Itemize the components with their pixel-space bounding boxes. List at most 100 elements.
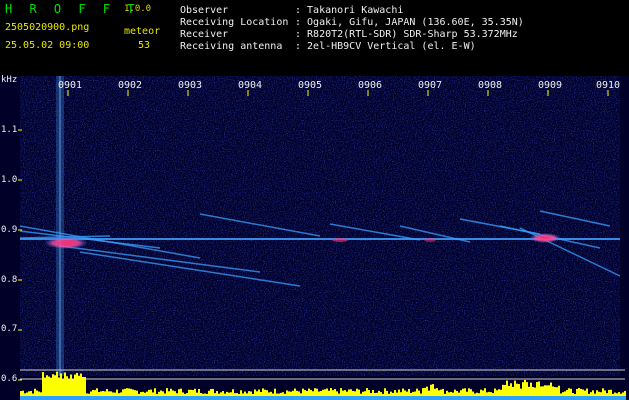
- y-tick-label: 0.7: [1, 324, 18, 334]
- level-base: [450, 396, 452, 400]
- level-base: [610, 396, 612, 400]
- level-base: [272, 396, 274, 400]
- receiver-value: : R820T2(RTL-SDR) SDR-Sharp 53.372MHz: [295, 29, 518, 40]
- level-base: [334, 396, 336, 400]
- level-base: [262, 396, 264, 400]
- level-base: [122, 396, 124, 400]
- level-base: [400, 396, 402, 400]
- level-base: [348, 396, 350, 400]
- level-base: [406, 396, 408, 400]
- level-base: [586, 396, 588, 400]
- level-base: [308, 396, 310, 400]
- level-base: [234, 396, 236, 400]
- level-base: [98, 396, 100, 400]
- level-base: [566, 396, 568, 400]
- level-base: [356, 396, 358, 400]
- level-base: [598, 396, 600, 400]
- level-base: [560, 396, 562, 400]
- app-version: 1.0.0: [124, 4, 152, 14]
- level-base: [306, 396, 308, 400]
- level-base: [312, 396, 314, 400]
- level-base: [116, 396, 118, 400]
- level-base: [212, 396, 214, 400]
- level-base: [180, 396, 182, 400]
- level-base: [84, 396, 86, 400]
- level-base: [108, 396, 110, 400]
- x-tick-label: 0905: [298, 80, 323, 91]
- level-base: [584, 396, 586, 400]
- y-tick-label: 0.9: [1, 225, 18, 235]
- y-tick-label: 1.1: [1, 125, 18, 135]
- level-base: [438, 396, 440, 400]
- x-tick-label: 0906: [358, 80, 383, 91]
- level-base: [404, 396, 406, 400]
- level-base: [366, 396, 368, 400]
- datetime-label: 25.05.02 09:00: [5, 40, 90, 51]
- level-base: [362, 396, 364, 400]
- level-base: [36, 396, 38, 400]
- observer-label: Observer: [180, 5, 229, 16]
- level-base: [76, 396, 78, 400]
- level-base: [346, 396, 348, 400]
- level-base: [622, 396, 624, 400]
- level-base: [174, 396, 176, 400]
- level-base: [420, 396, 422, 400]
- level-base: [194, 396, 196, 400]
- level-base: [304, 396, 306, 400]
- level-base: [512, 396, 514, 400]
- level-base: [50, 396, 52, 400]
- level-base: [196, 396, 198, 400]
- x-tick-label: 0903: [178, 80, 203, 91]
- level-base: [486, 396, 488, 400]
- level-base: [80, 396, 82, 400]
- level-base: [78, 396, 80, 400]
- level-base: [476, 396, 478, 400]
- level-base: [140, 396, 142, 400]
- level-base: [364, 396, 366, 400]
- level-base: [32, 396, 34, 400]
- level-base: [158, 396, 160, 400]
- level-base: [570, 396, 572, 400]
- level-base: [186, 396, 188, 400]
- level-base: [100, 396, 102, 400]
- level-base: [224, 396, 226, 400]
- level-base: [418, 396, 420, 400]
- level-base: [166, 396, 168, 400]
- level-base: [508, 396, 510, 400]
- level-base: [386, 396, 388, 400]
- level-base: [408, 396, 410, 400]
- level-base: [604, 396, 606, 400]
- level-base: [242, 396, 244, 400]
- receiver-label: Receiver: [180, 29, 229, 40]
- location-value: : Ogaki, Gifu, JAPAN (136.60E, 35.35N): [295, 17, 524, 28]
- level-base: [596, 396, 598, 400]
- level-base: [254, 396, 256, 400]
- level-base: [620, 396, 622, 400]
- interference-column-core: [59, 76, 61, 376]
- meteor-head-echo: [44, 237, 88, 249]
- level-base: [514, 396, 516, 400]
- level-base: [538, 396, 540, 400]
- level-base: [164, 396, 166, 400]
- level-base: [106, 396, 108, 400]
- level-base: [284, 396, 286, 400]
- level-base: [266, 396, 268, 400]
- level-base: [330, 396, 332, 400]
- level-base: [590, 396, 592, 400]
- level-base: [536, 396, 538, 400]
- level-base: [136, 396, 138, 400]
- level-base: [28, 396, 30, 400]
- level-base: [370, 396, 372, 400]
- level-base: [118, 396, 120, 400]
- level-base: [102, 396, 104, 400]
- x-tick-label: 0910: [596, 80, 621, 91]
- level-base: [594, 396, 596, 400]
- level-base: [540, 396, 542, 400]
- level-base: [430, 396, 432, 400]
- level-base: [144, 396, 146, 400]
- level-base: [56, 396, 58, 400]
- level-base: [354, 396, 356, 400]
- level-base: [548, 396, 550, 400]
- level-base: [38, 396, 40, 400]
- level-base: [170, 396, 172, 400]
